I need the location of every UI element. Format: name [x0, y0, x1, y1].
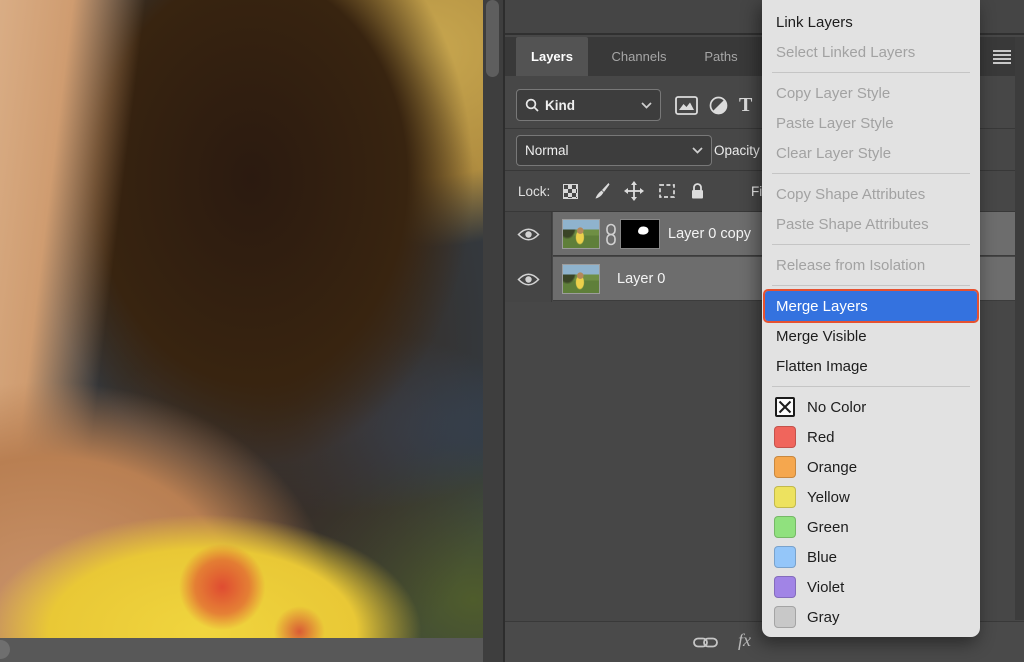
chevron-down-icon	[641, 102, 652, 109]
menu-item-clear-layer-style: Clear Layer Style	[762, 138, 980, 168]
photoshop-workspace: Layers Channels Paths Kind	[0, 0, 1024, 662]
mask-link-chain-icon[interactable]	[605, 223, 617, 246]
menu-item-paste-layer-style: Paste Layer Style	[762, 108, 980, 138]
opacity-label: Opacity	[714, 130, 760, 171]
menu-item-green[interactable]: Green	[762, 512, 980, 542]
document-scrollbar-track[interactable]	[483, 0, 505, 662]
tab-paths[interactable]: Paths	[690, 37, 752, 76]
lock-artboard-icon[interactable]	[658, 183, 676, 199]
blue-swatch-icon	[774, 546, 796, 568]
menu-item-violet[interactable]: Violet	[762, 572, 980, 602]
panel-scrollbar-track[interactable]	[1015, 37, 1024, 620]
layer-mask-thumbnail[interactable]	[620, 219, 660, 249]
blend-mode-value: Normal	[525, 143, 569, 158]
menu-item-select-linked-layers: Select Linked Layers	[762, 37, 980, 67]
menu-item-gray[interactable]: Gray	[762, 602, 980, 632]
layer-thumbnail[interactable]	[562, 264, 600, 294]
layer-name[interactable]: Layer 0	[617, 257, 665, 301]
tab-channels[interactable]: Channels	[590, 37, 688, 76]
layer-style-fx-icon[interactable]: fx	[738, 630, 751, 651]
document-scrollbar-thumb[interactable]	[486, 0, 499, 77]
lock-label: Lock:	[518, 184, 550, 199]
lock-position-move-icon[interactable]	[624, 181, 644, 201]
menu-separator	[772, 72, 970, 73]
menu-item-merge-layers[interactable]: Merge Layers	[765, 291, 977, 321]
no-color-icon	[775, 397, 795, 417]
lock-all-padlock-icon[interactable]	[690, 182, 705, 200]
menu-item-orange[interactable]: Orange	[762, 452, 980, 482]
menu-separator	[772, 244, 970, 245]
menu-item-yellow[interactable]: Yellow	[762, 482, 980, 512]
pixel-layer-filter-icon[interactable]	[675, 96, 698, 115]
visibility-eye-icon[interactable]	[505, 257, 552, 302]
layer-name[interactable]: Layer 0 copy	[668, 212, 751, 256]
red-swatch-icon	[774, 426, 796, 448]
panel-menu-icon[interactable]	[993, 50, 1011, 64]
menu-item-release-from-isolation: Release from Isolation	[762, 250, 980, 280]
menu-separator	[772, 386, 970, 387]
color-label: Red	[807, 429, 835, 446]
link-layers-icon[interactable]	[693, 635, 718, 650]
lock-transparency-icon[interactable]	[563, 184, 578, 199]
lock-paint-brush-icon[interactable]	[592, 182, 610, 200]
menu-separator	[772, 173, 970, 174]
tab-layers[interactable]: Layers	[516, 37, 588, 76]
violet-swatch-icon	[774, 576, 796, 598]
green-swatch-icon	[774, 516, 796, 538]
document-canvas-photo	[0, 0, 483, 638]
color-label: No Color	[807, 399, 866, 416]
menu-item-copy-layer-style: Copy Layer Style	[762, 78, 980, 108]
menu-item-blue[interactable]: Blue	[762, 542, 980, 572]
lock-buttons	[563, 181, 705, 201]
filter-kind-dropdown[interactable]: Kind	[516, 89, 661, 121]
search-icon	[525, 98, 539, 112]
document-status-bar	[0, 638, 483, 662]
adjustment-layer-filter-icon[interactable]	[709, 96, 728, 115]
blend-mode-dropdown[interactable]: Normal	[516, 135, 712, 166]
menu-item-flatten-image[interactable]: Flatten Image	[762, 351, 980, 381]
menu-item-merge-visible[interactable]: Merge Visible	[762, 321, 980, 351]
menu-item-paste-shape-attributes: Paste Shape Attributes	[762, 209, 980, 239]
filter-type-buttons: T	[675, 89, 752, 121]
color-label: Gray	[807, 609, 840, 626]
orange-swatch-icon	[774, 456, 796, 478]
yellow-swatch-icon	[774, 486, 796, 508]
color-label: Violet	[807, 579, 844, 596]
color-label: Yellow	[807, 489, 850, 506]
filter-kind-label: Kind	[545, 98, 575, 113]
menu-item-no-color[interactable]: No Color	[762, 392, 980, 422]
layer-thumbnail[interactable]	[562, 219, 600, 249]
chevron-down-icon	[692, 147, 703, 154]
layers-context-menu: Link Layers Select Linked Layers Copy La…	[762, 0, 980, 637]
status-knob-icon	[0, 640, 10, 659]
color-label: Blue	[807, 549, 837, 566]
type-layer-filter-icon[interactable]: T	[739, 95, 752, 115]
menu-item-copy-shape-attributes: Copy Shape Attributes	[762, 179, 980, 209]
menu-item-red[interactable]: Red	[762, 422, 980, 452]
visibility-eye-icon[interactable]	[505, 212, 552, 257]
color-label: Orange	[807, 459, 857, 476]
menu-item-link-layers[interactable]: Link Layers	[762, 7, 980, 37]
menu-separator	[772, 285, 970, 286]
gray-swatch-icon	[774, 606, 796, 628]
color-label: Green	[807, 519, 849, 536]
